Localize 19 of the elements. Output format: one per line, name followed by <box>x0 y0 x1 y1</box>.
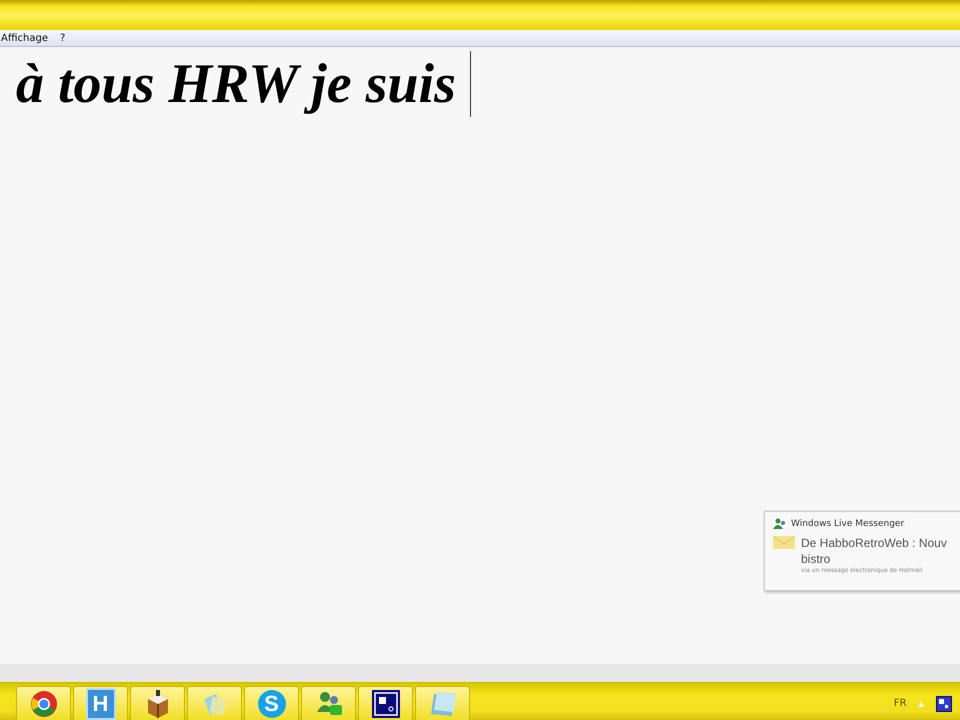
document-text: à tous HRW je suis <box>16 52 456 117</box>
messenger-icon <box>314 690 342 718</box>
language-indicator[interactable]: FR <box>894 698 907 709</box>
envelope-icon <box>773 535 795 550</box>
taskbar-button[interactable] <box>358 686 413 720</box>
notification-app-name: Windows Live Messenger <box>791 519 904 529</box>
notification-message: De HabboRetroWeb : Nouv <box>801 535 947 551</box>
menu-item[interactable]: ? <box>60 32 66 44</box>
messenger-icon <box>773 518 787 530</box>
menu-item[interactable]: Affichage <box>1 32 48 44</box>
taskbar-button[interactable]: H <box>73 686 128 720</box>
tray-window-icon[interactable] <box>936 696 952 712</box>
window-icon <box>370 688 400 718</box>
taskbar-button[interactable] <box>130 686 185 720</box>
chrome-icon <box>30 690 58 718</box>
skype-icon: S <box>258 690 286 718</box>
notification-message: bistro <box>801 551 832 567</box>
text-cursor <box>470 51 471 117</box>
h-icon: H <box>86 688 116 720</box>
